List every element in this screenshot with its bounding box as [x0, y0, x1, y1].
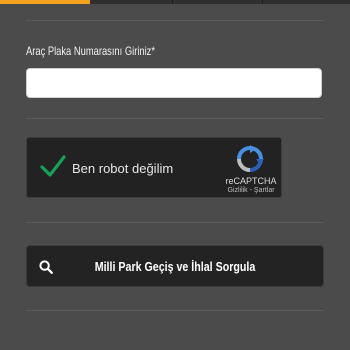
divider [26, 222, 324, 223]
query-button[interactable]: Milli Park Geçiş ve İhlal Sorgula [26, 245, 324, 287]
query-button-label: Milli Park Geçiş ve İhlal Sorgula [94, 259, 256, 274]
tab-separator [262, 0, 263, 4]
recaptcha-widget: Ben robot değilim reCAPTCHA Gizlilik - Ş… [26, 137, 282, 198]
divider [26, 310, 324, 311]
plate-number-input[interactable] [26, 68, 322, 98]
tab-separator [172, 0, 173, 4]
plate-label: Araç Plaka Numarasını Giriniz* [26, 44, 156, 58]
not-robot-label[interactable]: Ben robot değilim [72, 161, 173, 176]
top-tab-bar [0, 0, 350, 4]
check-icon[interactable] [39, 152, 67, 180]
recaptcha-logo-icon [237, 145, 264, 172]
recaptcha-links: Gizlilik - Şartlar [223, 187, 279, 194]
privacy-link[interactable]: Gizlilik [227, 187, 247, 194]
divider [26, 20, 324, 21]
search-icon [39, 260, 53, 274]
divider [26, 118, 324, 119]
active-tab-indicator[interactable] [0, 0, 90, 4]
terms-link[interactable]: Şartlar [254, 187, 275, 194]
recaptcha-brand: reCAPTCHA [225, 176, 277, 186]
